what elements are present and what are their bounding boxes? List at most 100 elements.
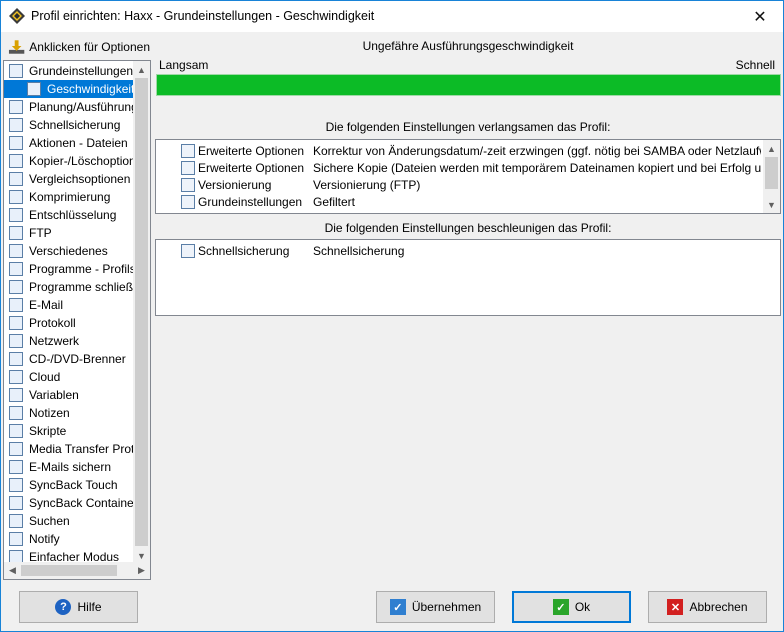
sidebar-item-label: Notify [29,532,60,546]
sidebar-item-label: Suchen [29,514,70,528]
sidebar-item[interactable]: Planung/Ausführung [4,98,135,116]
list-item[interactable]: Versionierung Versionierung (FTP) [156,176,764,193]
sidebar-item-label: FTP [29,226,52,240]
scroll-thumb[interactable] [135,78,148,546]
slowing-list-scrollbar[interactable]: ▲ ▼ [763,140,780,213]
sidebar-item[interactable]: Geschwindigkeit [4,80,135,98]
sidebar-item[interactable]: Media Transfer Protocol [4,440,135,458]
setting-description: Sichere Kopie (Dateien werden mit tempor… [313,160,761,175]
sidebar-item[interactable]: Netzwerk [4,332,135,350]
sidebar-item[interactable]: SyncBack Touch [4,476,135,494]
tree-vertical-scrollbar[interactable]: ▲ ▼ [133,61,150,564]
speeding-settings-list[interactable]: Schnellsicherung Schnellsicherung [155,239,781,316]
notify-icon [9,532,23,546]
speed-bar [156,74,781,96]
programs-icon [9,262,23,276]
sidebar-item[interactable]: Suchen [4,512,135,530]
syncback-touch-icon [9,478,23,492]
setting-icon [181,160,195,175]
list-item[interactable]: Erweiterte Optionen Korrektur von Änderun… [156,142,764,159]
sidebar-item[interactable]: Protokoll [4,314,135,332]
scroll-thumb-horizontal[interactable] [21,565,117,576]
close-button[interactable]: ✕ [737,1,783,32]
profile-setup-window: Profil einrichten: Haxx - Grundeinstellu… [0,0,784,632]
sidebar-item-label: Komprimierung [29,190,111,204]
apply-button[interactable]: ✓ Übernehmen [376,591,495,623]
sidebar-item[interactable]: Aktionen - Dateien [4,134,135,152]
compress-icon [9,190,23,204]
options-button-label: Anklicken für Optionen [29,40,150,54]
scroll-up-icon[interactable]: ▲ [763,140,780,157]
setting-description: Schnellsicherung [313,243,405,258]
setting-description: Gefiltert [313,194,356,209]
setting-icon [181,143,195,158]
sidebar-item[interactable]: CD-/DVD-Brenner [4,350,135,368]
speed-section-title: Ungefähre Ausführungsgeschwindigkeit [362,39,574,53]
sidebar-item[interactable]: E-Mails sichern [4,458,135,476]
list-item[interactable]: Grundeinstellungen Gefiltert [156,193,764,210]
options-button[interactable]: Anklicken für Optionen [4,36,150,58]
sidebar-item[interactable]: Notizen [4,404,135,422]
speeding-section-title: Die folgenden Einstellungen beschleunige… [324,221,612,235]
sidebar-item-label: Programme schließen [29,280,135,294]
download-arrow-icon [8,40,25,54]
network-icon [9,334,23,348]
sidebar-item[interactable]: Skripte [4,422,135,440]
sidebar-item-label: Geschwindigkeit [47,82,135,96]
ok-check-icon: ✓ [552,599,569,615]
log-icon [9,316,23,330]
cancel-button[interactable]: ✕ Abbrechen [648,591,767,623]
sidebar-item[interactable]: Variablen [4,386,135,404]
sidebar-item[interactable]: Komprimierung [4,188,135,206]
sidebar-item[interactable]: FTP [4,224,135,242]
list-item[interactable]: Schnellsicherung Schnellsicherung [156,242,764,259]
scroll-down-icon[interactable]: ▼ [763,196,780,213]
sidebar-item[interactable]: Vergleichsoptionen [4,170,135,188]
sidebar-item-label: Cloud [29,370,61,384]
scroll-up-icon[interactable]: ▲ [133,61,150,78]
sidebar-item[interactable]: E-Mail [4,296,135,314]
sidebar-item[interactable]: Cloud [4,368,135,386]
check-list-icon [9,64,23,78]
setting-category: Erweiterte Optionen [198,160,305,175]
tree-horizontal-scrollbar[interactable]: ◀ ▶ [4,562,150,579]
setting-category: Erweiterte Optionen [198,143,305,158]
programs-close-icon [9,280,23,294]
help-button[interactable]: ? Hilfe [19,591,138,623]
settings-tree[interactable]: Grundeinstellungen Geschwindigkeit Planung… [3,60,151,580]
notes-icon [9,406,23,420]
setting-description: Korrektur von Änderungsdatum/-zeit erzwi… [313,143,761,158]
sidebar-item[interactable]: Schnellsicherung [4,116,135,134]
email-icon [9,298,23,312]
sidebar-item[interactable]: Notify [4,530,135,548]
bar-chart-icon [27,82,41,96]
sidebar-item[interactable]: Entschlüsselung [4,206,135,224]
help-button-label: Hilfe [77,600,102,614]
sidebar-item-label: Netzwerk [29,334,80,348]
sidebar-item[interactable]: Programme - Profilstart [4,260,135,278]
sidebar-item-label: Notizen [29,406,70,420]
copy-delete-icon [9,154,23,168]
sidebar-item-label: Vergleichsoptionen [29,172,131,186]
sidebar-item[interactable]: Programme schließen [4,278,135,296]
variables-icon [9,388,23,402]
cancel-button-label: Abbrechen [689,600,748,614]
syncback-logo-icon [9,8,25,24]
sidebar-item[interactable]: Verschiedenes [4,242,135,260]
setting-description: Versionierung (FTP) [313,177,421,192]
sidebar-item-label: Skripte [29,424,67,438]
sidebar-item[interactable]: Grundeinstellungen [4,62,135,80]
slowing-settings-list[interactable]: Erweiterte Optionen Korrektur von Änderun… [155,139,781,214]
scroll-right-icon[interactable]: ▶ [133,562,150,579]
scripts-icon [9,424,23,438]
ok-button[interactable]: ✓ Ok [512,591,631,623]
list-item[interactable]: Erweiterte Optionen Sichere Kopie (Dateie… [156,159,764,176]
scroll-thumb[interactable] [765,157,778,189]
apply-button-label: Übernehmen [411,600,482,614]
sidebar-item[interactable]: SyncBack Container [4,494,135,512]
sidebar-item-label: E-Mails sichern [29,460,112,474]
search-icon [9,514,23,528]
sidebar-item[interactable]: Kopier-/Löschoptionen [4,152,135,170]
fast-label: Schnell [735,58,775,72]
scroll-left-icon[interactable]: ◀ [4,562,21,579]
